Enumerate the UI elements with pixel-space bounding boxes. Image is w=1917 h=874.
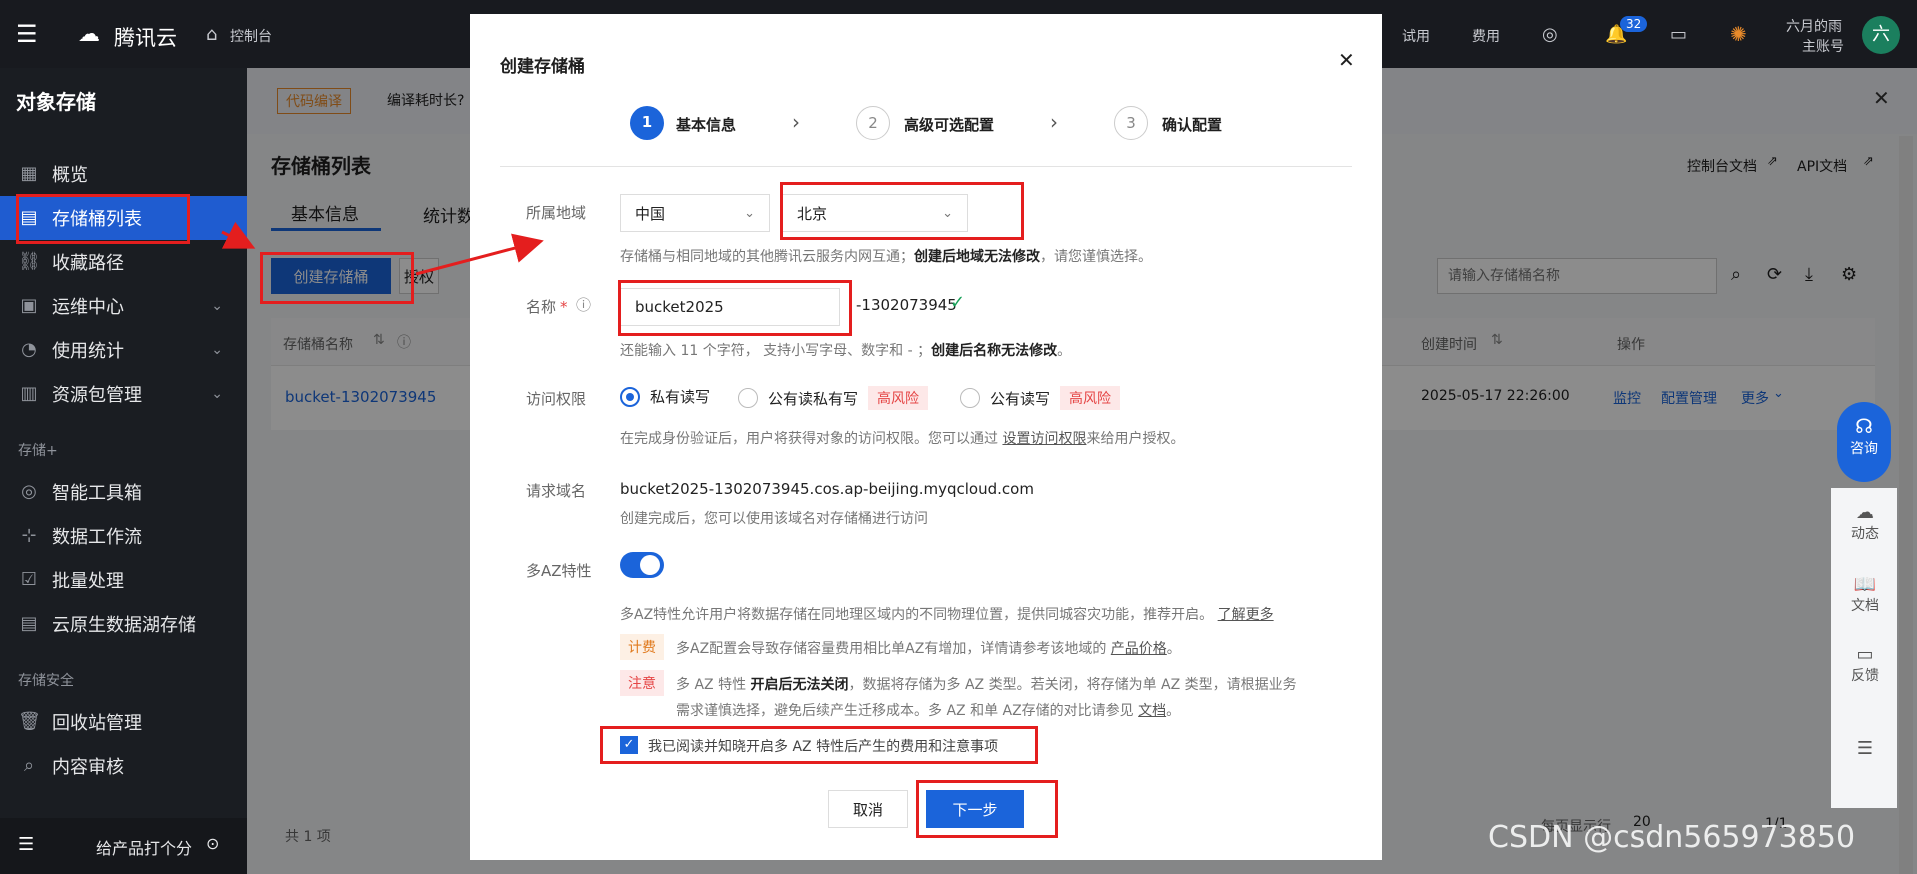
annotation-arrows bbox=[221, 221, 544, 276]
annotation-arrow-1 bbox=[221, 221, 256, 249]
annotation-arrow-2 bbox=[415, 233, 544, 276]
